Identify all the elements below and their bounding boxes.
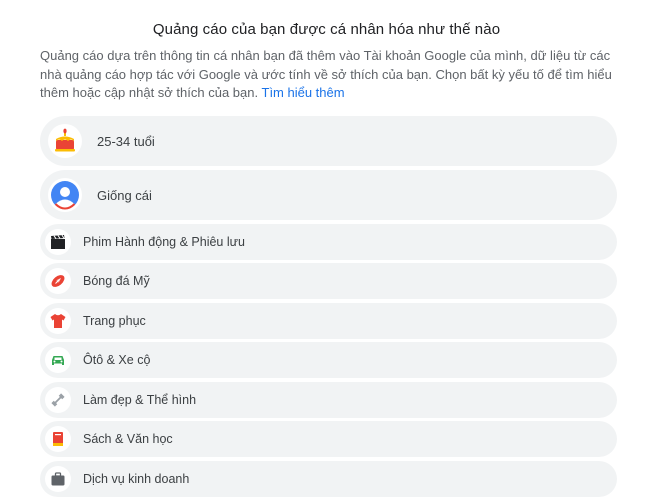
person-avatar-icon <box>48 178 82 212</box>
factor-age[interactable]: 25-34 tuổi <box>40 116 617 166</box>
interest-label: Làm đẹp & Thể hình <box>83 393 197 407</box>
learn-more-link[interactable]: Tìm hiểu thêm <box>262 85 345 100</box>
interest-autos-vehicles[interactable]: Ôtô & Xe cộ <box>40 342 617 378</box>
interest-business-services[interactable]: Dịch vụ kinh doanh <box>40 461 617 497</box>
interest-label: Phim Hành động & Phiêu lưu <box>83 235 245 249</box>
interest-beauty-fitness[interactable]: Làm đẹp & Thể hình <box>40 382 617 418</box>
shirt-icon <box>45 308 71 334</box>
football-icon <box>45 268 71 294</box>
factor-label: Giống cái <box>97 187 152 203</box>
interest-books-literature[interactable]: Sách & Văn học <box>40 421 617 457</box>
factor-label: 25-34 tuổi <box>97 133 155 149</box>
car-icon <box>45 347 71 373</box>
interest-label: Sách & Văn học <box>83 432 173 446</box>
interest-label: Trang phục <box>83 314 146 328</box>
clapperboard-icon <box>45 229 71 255</box>
page-description: Quảng cáo dựa trên thông tin cá nhân bạn… <box>40 47 620 103</box>
interest-action-adventure-films[interactable]: Phim Hành động & Phiêu lưu <box>40 224 617 260</box>
briefcase-icon <box>45 466 71 492</box>
interest-label: Dịch vụ kinh doanh <box>83 472 190 486</box>
interest-label: Bóng đá Mỹ <box>83 274 150 288</box>
page-title: Quảng cáo của bạn được cá nhân hóa như t… <box>152 21 501 38</box>
factor-gender[interactable]: Giống cái <box>40 170 617 220</box>
book-icon <box>45 426 71 452</box>
interest-american-football[interactable]: Bóng đá Mỹ <box>40 263 617 299</box>
interest-apparel[interactable]: Trang phục <box>40 303 617 339</box>
interest-label: Ôtô & Xe cộ <box>83 353 151 367</box>
birthday-cake-icon <box>48 124 82 158</box>
dumbbell-icon <box>45 387 71 413</box>
